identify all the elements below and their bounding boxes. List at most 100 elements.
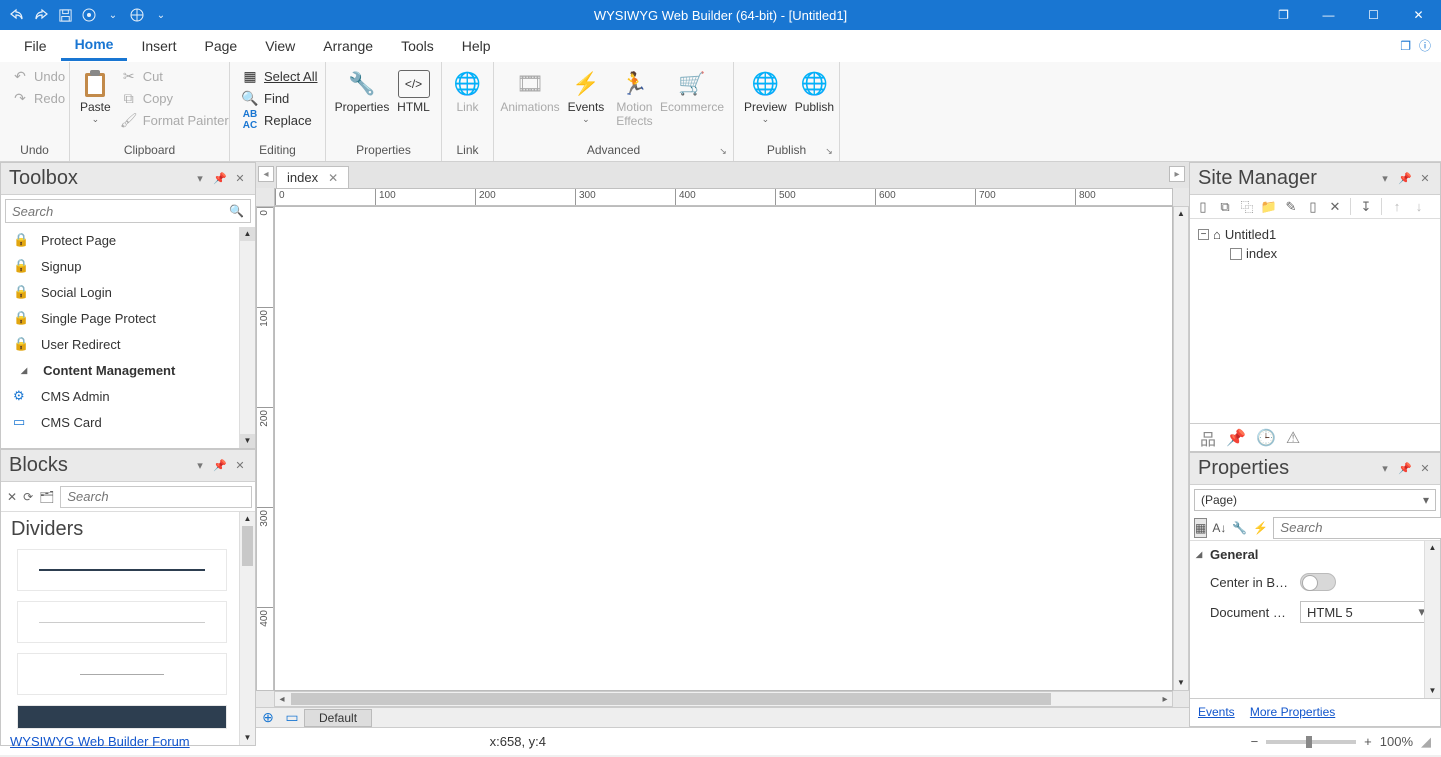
find-button[interactable]: 🔍Find [238, 88, 321, 108]
undo-button[interactable]: ↶Undo [8, 66, 69, 86]
page-props-icon[interactable]: ▯ [1304, 199, 1322, 215]
tab-nav-right[interactable]: ▸ [1169, 166, 1185, 182]
clock-icon[interactable]: 🕒 [1256, 428, 1276, 448]
sitemap-icon[interactable]: 品 [1200, 426, 1216, 450]
tab-nav-left[interactable]: ◂ [258, 166, 274, 182]
toolbox-item[interactable]: 🔒User Redirect [1, 331, 255, 357]
toolbox-category[interactable]: Content Management [1, 357, 255, 383]
settings-icon[interactable]: 🔧 [1231, 518, 1248, 538]
mdi-restore-icon[interactable]: ❐ [1400, 39, 1411, 53]
restore-down-button[interactable]: ❐ [1261, 0, 1306, 30]
menu-tools[interactable]: Tools [387, 30, 448, 61]
categorized-icon[interactable]: ▦ [1194, 518, 1207, 538]
block-divider-preview[interactable] [17, 705, 227, 729]
menu-page[interactable]: Page [190, 30, 251, 61]
pin-icon[interactable]: 📌 [1398, 462, 1412, 475]
menu-help[interactable]: Help [448, 30, 505, 61]
properties-button[interactable]: 🔧Properties [334, 66, 390, 118]
block-divider-preview[interactable] [17, 601, 227, 643]
ecommerce-button[interactable]: 🛒Ecommerce [659, 66, 725, 118]
zoom-in-button[interactable]: + [1364, 734, 1372, 749]
toolbox-scrollbar[interactable]: ▲ ▼ [239, 227, 255, 448]
responsive-icon[interactable]: ▭ [280, 709, 304, 726]
publish-dialog-launcher[interactable]: ↘ [823, 145, 835, 157]
panel-menu-icon[interactable]: ▾ [193, 459, 207, 472]
breakpoint-tab-default[interactable]: Default [304, 709, 372, 727]
properties-context[interactable]: (Page)▾ [1194, 489, 1436, 511]
copy-page-icon[interactable]: ⧉ [1216, 199, 1234, 215]
undo-icon[interactable] [8, 6, 26, 24]
zoom-out-button[interactable]: − [1251, 734, 1259, 749]
publish-qat-icon[interactable] [128, 6, 146, 24]
link-button[interactable]: 🌐Link [450, 66, 485, 118]
minimize-button[interactable]: — [1306, 0, 1351, 30]
close-panel-icon[interactable]: ✕ [233, 172, 247, 185]
replace-button[interactable]: ABACReplace [238, 110, 321, 130]
redo-icon[interactable] [32, 6, 50, 24]
pin-icon[interactable]: 📌 [1226, 428, 1246, 448]
advanced-dialog-launcher[interactable]: ↘ [717, 145, 729, 157]
properties-scrollbar[interactable]: ▲ ▼ [1424, 541, 1440, 698]
pin-icon[interactable]: 📌 [213, 459, 227, 472]
qat-dropdown-1-icon[interactable]: ⌄ [104, 6, 122, 24]
events-icon[interactable]: ⚡ [1252, 518, 1269, 538]
menu-file[interactable]: File [10, 30, 61, 61]
add-breakpoint-icon[interactable]: ⊕ [256, 709, 280, 726]
preview-button[interactable]: 🌐Preview⌄ [742, 66, 789, 129]
qat-dropdown-2-icon[interactable]: ⌄ [152, 6, 170, 24]
clone-page-icon[interactable]: ⿻ [1238, 197, 1256, 216]
move-up-icon[interactable]: ↑ [1388, 199, 1406, 214]
more-properties-link[interactable]: More Properties [1250, 705, 1335, 719]
paste-button[interactable]: Paste⌄ [78, 66, 113, 129]
block-divider-preview[interactable] [17, 549, 227, 591]
tab-close-icon[interactable]: ✕ [328, 171, 338, 185]
move-down-icon[interactable]: ↓ [1410, 199, 1428, 214]
close-icon[interactable]: ✕ [7, 490, 17, 504]
refresh-icon[interactable]: ⟳ [23, 490, 33, 504]
properties-category[interactable]: General [1190, 541, 1440, 567]
toolbox-item[interactable]: 🔒Protect Page [1, 227, 255, 253]
toolbox-item[interactable]: 🔒Single Page Protect [1, 305, 255, 331]
pin-icon[interactable]: 📌 [1398, 172, 1412, 185]
close-panel-icon[interactable]: ✕ [233, 459, 247, 472]
property-toggle[interactable] [1300, 573, 1336, 591]
format-painter-button[interactable]: 🖌Format Painter [117, 110, 233, 130]
panel-menu-icon[interactable]: ▾ [1378, 462, 1392, 475]
html-button[interactable]: </>HTML [394, 66, 433, 118]
delete-page-icon[interactable]: ✕ [1326, 199, 1344, 215]
select-all-button[interactable]: ▦Select All [238, 66, 321, 86]
events-link[interactable]: Events [1198, 705, 1235, 719]
edit-page-icon[interactable]: ✎ [1282, 199, 1300, 215]
cut-button[interactable]: ✂Cut [117, 66, 233, 86]
toolbox-search-input[interactable] [6, 204, 223, 219]
menu-insert[interactable]: Insert [127, 30, 190, 61]
resize-grip-icon[interactable]: ◢ [1421, 734, 1431, 750]
close-panel-icon[interactable]: ✕ [1418, 462, 1432, 475]
blocks-search-input[interactable] [60, 486, 252, 508]
toolbox-item[interactable]: 🔒Social Login [1, 279, 255, 305]
motion-effects-button[interactable]: 🏃Motion Effects [614, 66, 655, 133]
new-page-icon[interactable]: ▯ [1194, 199, 1212, 215]
property-dropdown[interactable]: HTML 5 [1300, 601, 1432, 623]
warning-icon[interactable]: ⚠ [1286, 428, 1300, 448]
zoom-slider[interactable] [1266, 740, 1356, 744]
properties-search-input[interactable] [1273, 517, 1441, 539]
block-divider-preview[interactable] [17, 653, 227, 695]
document-tab[interactable]: index ✕ [276, 166, 349, 188]
vertical-scrollbar[interactable]: ▲ ▼ [1173, 206, 1189, 691]
design-canvas[interactable] [274, 206, 1173, 691]
maximize-button[interactable]: ☐ [1351, 0, 1396, 30]
tree-node-root[interactable]: − ⌂ Untitled1 [1198, 225, 1432, 244]
close-panel-icon[interactable]: ✕ [1418, 172, 1432, 185]
panel-menu-icon[interactable]: ▾ [1378, 172, 1392, 185]
animations-button[interactable]: 🎞Animations [502, 66, 558, 118]
copy-button[interactable]: ⧉Copy [117, 88, 233, 108]
blocks-scrollbar[interactable]: ▲ ▼ [239, 512, 255, 745]
new-folder-icon[interactable]: 📁 [1260, 199, 1278, 215]
search-icon[interactable]: 🔍 [223, 204, 250, 218]
toolbox-item[interactable]: 🔒Signup [1, 253, 255, 279]
help-icon[interactable]: ⓘ [1419, 37, 1431, 54]
folder-tree-icon[interactable]: 🗂 [39, 490, 54, 504]
publish-button[interactable]: 🌐Publish [793, 66, 836, 118]
pin-icon[interactable]: 📌 [213, 172, 227, 185]
